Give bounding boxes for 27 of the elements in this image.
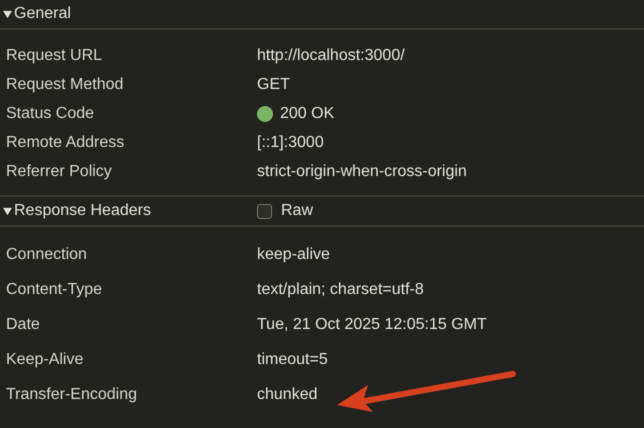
header-name: Content-Type bbox=[5, 280, 104, 298]
header-name: Referrer Policy bbox=[5, 162, 113, 180]
header-value: strict-origin-when-cross-origin bbox=[257, 162, 467, 180]
checkbox[interactable] bbox=[257, 204, 272, 218]
header-name: Keep-Alive bbox=[5, 350, 84, 368]
header-value: timeout=5 bbox=[257, 350, 328, 368]
section-toggle[interactable]: General bbox=[3, 5, 257, 23]
header-value: 200 OK bbox=[280, 104, 334, 122]
header-value: Tue, 21 Oct 2025 12:05:15 GMT bbox=[257, 316, 487, 334]
header-value: http://localhost:3000/ bbox=[257, 46, 405, 64]
header-value: GET bbox=[257, 76, 290, 94]
header-name: Connection bbox=[5, 246, 88, 264]
header-name: Transfer-Encoding bbox=[5, 386, 138, 404]
header-value: text/plain; charset=utf-8 bbox=[257, 280, 424, 298]
header-name: Request URL bbox=[5, 46, 104, 64]
header-name: Remote Address bbox=[5, 134, 126, 152]
triangle-icon bbox=[3, 206, 12, 216]
header-name: Date bbox=[5, 316, 41, 334]
header-name: Request Method bbox=[5, 76, 124, 94]
triangle-icon bbox=[3, 10, 12, 18]
section-toggle[interactable]: Response Headers bbox=[3, 202, 257, 220]
header-value: chunked bbox=[257, 386, 318, 404]
raw-label: Raw bbox=[281, 202, 314, 220]
raw-checkbox[interactable]: Raw bbox=[257, 202, 314, 220]
header-name: Status Code bbox=[5, 104, 96, 122]
header-value: keep-alive bbox=[257, 246, 330, 264]
header-value: [::1]:3000 bbox=[257, 134, 324, 152]
